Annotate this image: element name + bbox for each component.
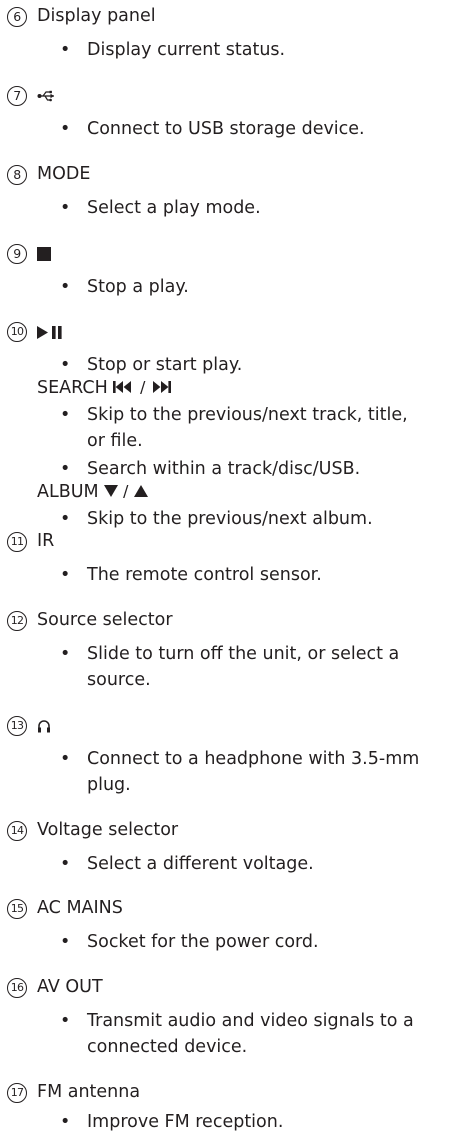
svg-text:/: / bbox=[140, 380, 146, 394]
item-number: 6 bbox=[7, 7, 27, 27]
item-title: MODE bbox=[37, 164, 91, 184]
sub-heading-album: ALBUM / bbox=[37, 480, 150, 504]
headphone-icon bbox=[38, 720, 50, 733]
item-number: 9 bbox=[7, 244, 27, 264]
item-number: 15 bbox=[7, 899, 27, 919]
play-pause-icon bbox=[37, 326, 62, 339]
item-number: 11 bbox=[7, 532, 27, 552]
item-title: FM antenna bbox=[37, 1082, 141, 1102]
usb-icon bbox=[37, 90, 54, 102]
sub-heading-search: SEARCH / bbox=[37, 376, 183, 400]
down-up-icon: / bbox=[104, 482, 149, 501]
item-title: Voltage selector bbox=[37, 820, 179, 840]
item-title: Display panel bbox=[37, 6, 156, 26]
item-number: 13 bbox=[7, 716, 27, 736]
item-number: 14 bbox=[7, 821, 27, 841]
item-title: AC MAINS bbox=[37, 898, 123, 918]
item-number: 7 bbox=[7, 86, 27, 106]
item-title: Source selector bbox=[37, 610, 173, 630]
svg-text:/: / bbox=[123, 484, 129, 498]
item-title: AV OUT bbox=[37, 977, 103, 997]
item-title: IR bbox=[37, 531, 55, 551]
item-number: 16 bbox=[7, 978, 27, 998]
prev-next-icon: / bbox=[113, 378, 172, 397]
item-number: 17 bbox=[7, 1083, 27, 1103]
item-number: 8 bbox=[7, 165, 27, 185]
stop-icon bbox=[37, 247, 51, 261]
item-number: 10 bbox=[7, 322, 27, 342]
item-number: 12 bbox=[7, 611, 27, 631]
